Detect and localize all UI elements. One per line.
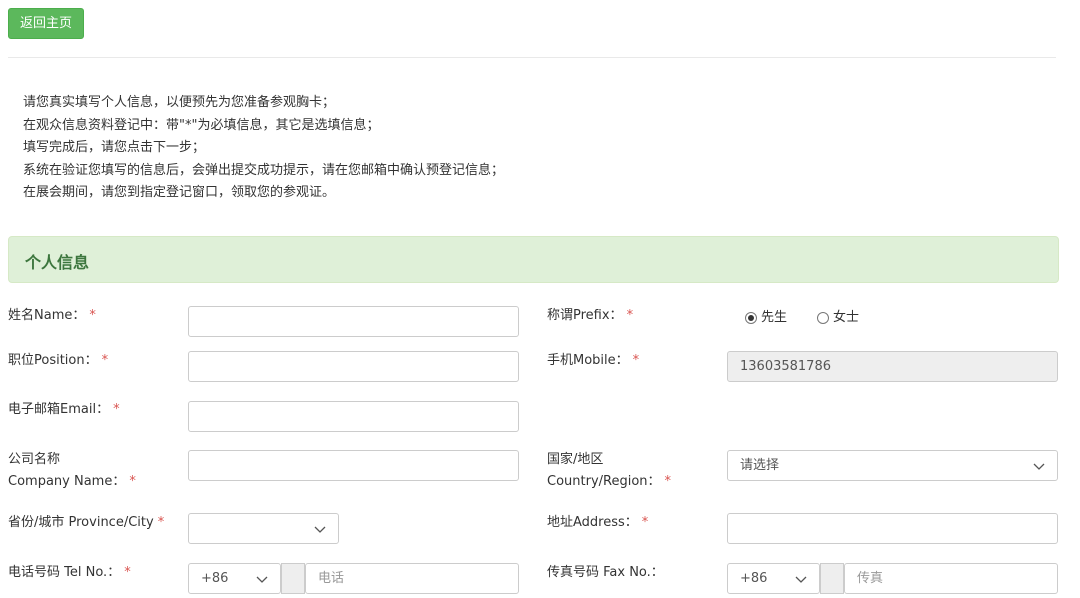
section-title: 个人信息 [25, 253, 90, 272]
radio-label: 先生 [761, 310, 788, 325]
email-input[interactable] [188, 401, 519, 432]
chevron-down-icon [795, 576, 807, 583]
personal-info-header: 个人信息 [8, 236, 1059, 283]
intro-line: 在展会期间，请您到指定登记窗口，领取您的参观证。 [23, 185, 336, 200]
prefix-label: 称谓Prefix： * [547, 308, 634, 323]
name-label: 姓名Name： * [8, 308, 96, 323]
required-mark: * [664, 474, 672, 489]
required-mark: * [641, 515, 649, 530]
required-mark: * [129, 474, 136, 489]
company-label-en: Company Name： * [8, 474, 136, 489]
country-label-cn: 国家/地区 [547, 452, 604, 467]
radio-checked-icon [745, 312, 757, 324]
country-label-en: Country/Region： * [547, 474, 672, 489]
intro-line: 在观众信息资料登记中：带"*"为必填信息，其它是选填信息； [23, 117, 380, 133]
required-mark: * [113, 402, 120, 417]
address-label: 地址Address： * [547, 515, 649, 530]
chevron-down-icon [1033, 463, 1045, 470]
province-select[interactable] [188, 513, 339, 544]
prefix-radio-mr[interactable]: 先生 [745, 310, 805, 326]
tel-code-select[interactable]: +86 [188, 563, 281, 594]
email-label: 电子邮箱Email： * [8, 402, 120, 417]
required-mark: * [89, 308, 96, 323]
back-home-button[interactable]: 返回主页 [8, 8, 84, 39]
position-label: 职位Position： * [8, 353, 109, 368]
fax-code-value: +86 [740, 571, 768, 586]
required-mark: * [101, 353, 109, 368]
fax-placeholder: 传真 [857, 571, 884, 586]
radio-unchecked-icon [817, 312, 829, 324]
chevron-down-icon [314, 526, 326, 533]
fax-label: 传真号码 Fax No.： [547, 565, 664, 580]
prefix-radio-ms[interactable]: 女士 [817, 310, 877, 326]
intro-line: 请您真实填写个人信息，以便预先为您准备参观胸卡； [23, 95, 336, 110]
intro-line: 系统在验证您填写的信息后，会弹出提交成功提示，请在您邮箱中确认预登记信息； [23, 162, 505, 178]
intro-line: 填写完成后，请您点击下一步； [23, 140, 206, 155]
tel-addon [281, 563, 305, 594]
mobile-input: 13603581786 [727, 351, 1058, 382]
company-input[interactable] [188, 450, 519, 481]
radio-label: 女士 [833, 310, 860, 325]
required-mark: * [157, 515, 165, 530]
position-input[interactable] [188, 351, 519, 382]
intro-text: 请您真实填写个人信息，以便预先为您准备参观胸卡； 在观众信息资料登记中：带"*"… [23, 92, 504, 205]
country-select-value: 请选择 [740, 458, 780, 473]
province-label: 省份/城市 Province/City * [8, 515, 165, 530]
mobile-label: 手机Mobile： * [547, 353, 640, 368]
company-label-cn: 公司名称 [8, 452, 61, 467]
tel-code-value: +86 [201, 571, 229, 586]
tel-placeholder: 电话 [318, 571, 345, 586]
chevron-down-icon [256, 576, 268, 583]
required-mark: * [632, 353, 640, 368]
tel-label: 电话号码 Tel No.： * [8, 565, 131, 580]
fax-addon [820, 563, 844, 594]
required-mark: * [626, 308, 634, 323]
required-mark: * [124, 565, 131, 580]
address-input[interactable] [727, 513, 1058, 544]
tel-input[interactable]: 电话 [305, 563, 519, 594]
fax-input[interactable]: 传真 [844, 563, 1058, 594]
fax-code-select[interactable]: +86 [727, 563, 820, 594]
name-input[interactable] [188, 306, 519, 337]
divider [8, 57, 1056, 58]
country-select[interactable]: 请选择 [727, 450, 1058, 481]
